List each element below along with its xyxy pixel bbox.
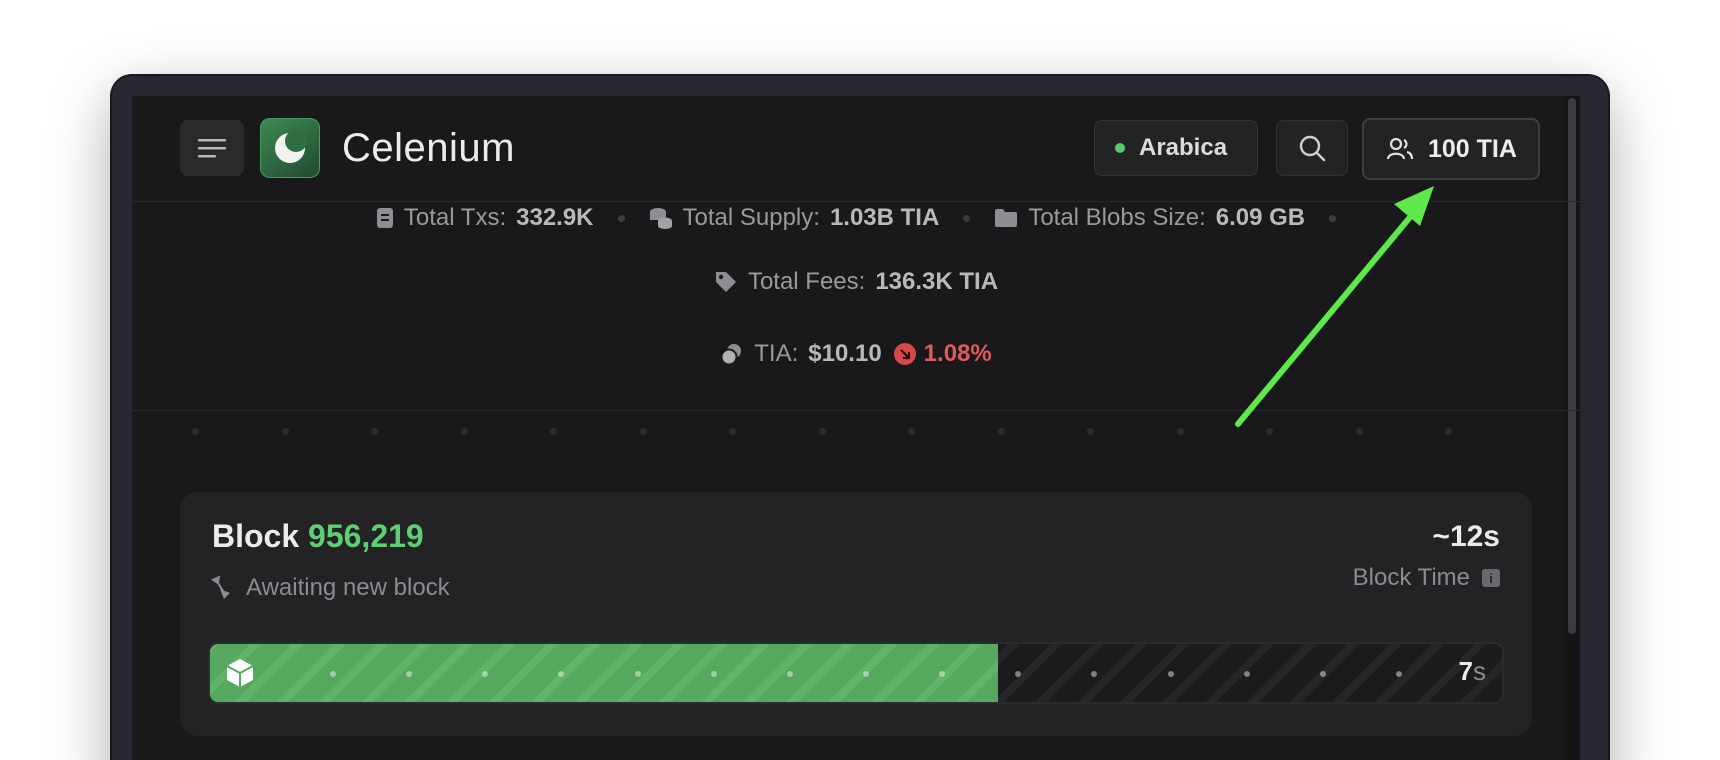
block-time-label: Block Time: [1352, 564, 1470, 591]
document-icon: [376, 208, 393, 228]
network-selector[interactable]: Arabica: [1094, 120, 1258, 176]
app-logo[interactable]: [260, 118, 320, 178]
block-card: Block 956,219 Awaiting new block ~12s Bl…: [180, 492, 1532, 736]
coin-icon: [720, 344, 742, 365]
stat-total-fees: Total Fees: 136.3K TIA: [714, 268, 998, 296]
arrow-down-icon: [893, 343, 916, 365]
hourglass-icon: [210, 575, 230, 599]
account-balance: 100 TIA: [1428, 134, 1517, 163]
total-fees-value: 136.3K TIA: [875, 268, 999, 295]
elapsed-unit: s: [1473, 656, 1486, 686]
block-time-value: ~12s: [1432, 520, 1500, 553]
elapsed-time: 7s: [1459, 656, 1486, 687]
top-bar: Celenium Arabica 100 TIA: [132, 96, 1580, 202]
separator: [1329, 214, 1337, 222]
block-heading: Block 956,219: [212, 518, 424, 555]
stats-row-1: Total Txs: 332.9K Total Supply: 1.03B TI…: [132, 204, 1580, 232]
account-button[interactable]: 100 TIA: [1362, 118, 1540, 180]
tag-icon: [715, 272, 736, 292]
block-progress-bar: 7s: [208, 642, 1504, 704]
total-txs-value: 332.9K: [516, 204, 594, 231]
total-supply-value: 1.03B TIA: [829, 204, 940, 231]
total-blobs-label: Total Blobs Size:: [1028, 204, 1206, 231]
price-change: 1.08%: [893, 340, 992, 368]
block-status-text: Awaiting new block: [246, 574, 450, 601]
stat-total-blobs: Total Blobs Size: 6.09 GB: [994, 204, 1305, 232]
block-label: Block: [212, 518, 300, 554]
separator: [617, 214, 625, 222]
users-icon: [1386, 137, 1414, 160]
folder-icon: [995, 209, 1018, 227]
stat-total-txs: Total Txs: 332.9K: [376, 204, 594, 232]
total-supply-label: Total Supply:: [682, 204, 820, 231]
network-status-dot: [1115, 143, 1125, 153]
block-number[interactable]: 956,219: [308, 518, 424, 554]
elapsed-value: 7: [1458, 656, 1473, 686]
menu-icon: [198, 139, 226, 158]
search-icon: [1299, 135, 1326, 162]
block-status: Awaiting new block: [210, 574, 450, 602]
price-row: TIA: $10.10 1.08%: [132, 340, 1580, 368]
tia-price-label: TIA:: [754, 340, 799, 367]
app-window: Celenium Arabica 100 TIA Total Txs: 332.…: [132, 96, 1580, 760]
separator: [963, 214, 971, 222]
menu-button[interactable]: [180, 120, 244, 176]
moon-logo-icon: [275, 130, 307, 163]
network-label: Arabica: [1139, 134, 1228, 161]
total-txs-label: Total Txs:: [403, 204, 507, 231]
info-icon[interactable]: i: [1482, 569, 1500, 587]
tia-price-value: $10.10: [808, 340, 882, 367]
stat-tia-price: TIA: $10.10: [720, 340, 882, 368]
total-blobs-value: 6.09 GB: [1215, 204, 1306, 231]
price-change-value: 1.08%: [923, 340, 992, 367]
decorative-dots: [192, 428, 1452, 435]
divider: [132, 410, 1580, 411]
block-time: Block Time i: [1353, 564, 1500, 592]
stats-row-2: Total Fees: 136.3K TIA: [132, 268, 1580, 296]
search-button[interactable]: [1276, 120, 1348, 176]
app-title: Celenium: [342, 126, 515, 170]
total-fees-label: Total Fees:: [747, 268, 866, 295]
coins-icon: [649, 208, 672, 229]
stat-total-supply: Total Supply: 1.03B TIA: [649, 204, 940, 232]
cube-icon: [226, 659, 254, 687]
